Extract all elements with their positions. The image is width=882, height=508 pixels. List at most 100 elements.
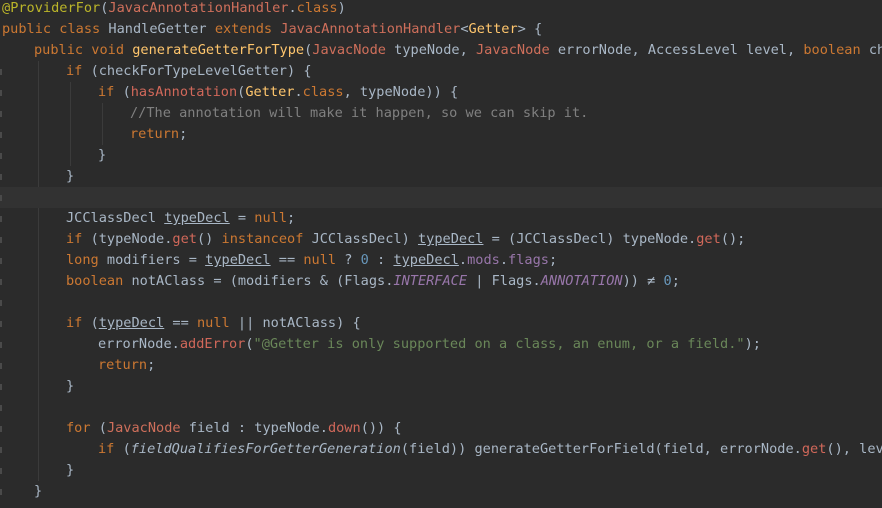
code-token-static: INTERFACE: [393, 273, 468, 289]
gutter-marker: [0, 216, 2, 222]
code-token-anno: @: [2, 0, 11, 16]
code-token-kw: instanceof: [221, 231, 312, 247]
code-token-plain: JCClassDecl: [66, 210, 165, 226]
code-token-plain: }: [98, 147, 107, 163]
code-token-plain: )) ≠: [622, 273, 664, 289]
code-line[interactable]: if (fieldQualifiesForGetterGeneration(fi…: [0, 439, 882, 460]
code-token-plain: errorNode, AccessLevel level,: [549, 42, 804, 58]
code-token-plain: JCClassDecl): [311, 231, 418, 247]
code-token-method: Getter: [468, 21, 518, 37]
code-token-var: typeDecl: [417, 231, 484, 247]
code-token-comment: //The annotation will make it happen, so…: [130, 105, 589, 121]
gutter-marker: [0, 195, 2, 201]
code-token-kw: if: [98, 84, 123, 100]
code-token-plain: ;: [147, 357, 156, 373]
code-token-kw: return: [98, 357, 148, 373]
code-token-var: typeDecl: [98, 315, 165, 331]
code-token-type: JavacNode: [106, 420, 181, 436]
code-token-static: ANNOTATION: [540, 273, 623, 289]
code-token-string: "@Getter is only supported on a class, a…: [253, 336, 745, 352]
code-token-call: get: [696, 231, 721, 247]
code-token-plain: (): [196, 231, 222, 247]
code-line[interactable]: }: [0, 481, 882, 502]
code-line[interactable]: }: [0, 166, 882, 187]
code-token-plain: }: [66, 168, 75, 184]
code-line[interactable]: errorNode.addError("@Getter is only supp…: [0, 334, 882, 355]
code-token-italic: fieldQualifiesForGetterGeneration: [130, 441, 401, 457]
code-line[interactable]: if (typeDecl == null || notAClass) {: [0, 313, 882, 334]
code-token-plain: ;: [287, 210, 296, 226]
code-line[interactable]: [0, 397, 882, 418]
code-line[interactable]: public void generateGetterForType(JavacN…: [0, 40, 882, 61]
code-line[interactable]: return;: [0, 124, 882, 145]
code-line[interactable]: }: [0, 145, 882, 166]
code-token-plain: ;: [548, 252, 558, 268]
gutter-marker: [0, 258, 2, 264]
code-token-plain: ): [337, 0, 346, 16]
code-token-plain: = (JCClassDecl) typeNode.: [483, 231, 697, 247]
code-token-plain: , typeNode)) {: [343, 84, 459, 100]
code-token-plain: (typeNode.: [90, 231, 173, 247]
current-code-line[interactable]: [0, 187, 882, 208]
code-token-kw: class: [296, 0, 338, 16]
code-token-plain: field : typeNode.: [180, 420, 328, 436]
code-token-plain: (), level,: [826, 441, 882, 457]
gutter-marker: [0, 153, 2, 159]
code-token-kw: long: [66, 252, 107, 268]
code-token-method: Getter: [245, 84, 295, 100]
code-token-plain: notAClass = (modifiers & (Flags.: [131, 273, 394, 289]
code-line[interactable]: [0, 292, 882, 313]
code-line[interactable]: long modifiers = typeDecl == null ? 0 : …: [0, 250, 882, 271]
code-token-plain: ;: [179, 126, 188, 142]
code-token-plain: <: [460, 21, 469, 37]
code-token-field: mods: [467, 252, 500, 268]
code-token-plain: .: [288, 0, 297, 16]
code-line[interactable]: @ProviderFor(JavacAnnotationHandler.clas…: [0, 0, 882, 19]
gutter-marker: [0, 132, 2, 138]
code-token-plain: (: [90, 315, 99, 331]
code-token-plain: (checkForTypeLevelGetter) {: [90, 63, 312, 79]
code-token-kw: if: [66, 315, 91, 331]
code-token-plain: HandleGetter: [108, 21, 215, 37]
code-line[interactable]: boolean notAClass = (modifiers & (Flags.…: [0, 271, 882, 292]
code-line[interactable]: return;: [0, 355, 882, 376]
code-token-kw: if: [98, 441, 123, 457]
code-token-plain: ==: [164, 315, 197, 331]
code-token-kw: null: [196, 315, 238, 331]
code-token-kw: boolean: [66, 273, 132, 289]
code-line[interactable]: if (checkForTypeLevelGetter) {: [0, 61, 882, 82]
code-token-anno: ProviderFor: [10, 0, 101, 16]
code-token-plain: .: [458, 252, 468, 268]
code-token-plain: (field)) generateGetterForField(field, e…: [400, 441, 802, 457]
code-line[interactable]: public class HandleGetter extends JavacA…: [0, 19, 882, 40]
code-line[interactable]: if (typeNode.get() instanceof JCClassDec…: [0, 229, 882, 250]
code-line[interactable]: }: [0, 376, 882, 397]
code-token-plain: ();: [720, 231, 746, 247]
code-token-plain: }: [34, 483, 43, 499]
code-token-plain: ==: [270, 252, 304, 268]
code-line[interactable]: }: [0, 460, 882, 481]
code-token-kw: for: [66, 420, 99, 436]
gutter-marker: [0, 174, 2, 180]
code-line[interactable]: if (hasAnnotation(Getter.class, typeNode…: [0, 82, 882, 103]
gutter-marker: [0, 468, 2, 474]
code-line[interactable]: //The annotation will make it happen, so…: [0, 103, 882, 124]
code-token-call: get: [172, 231, 197, 247]
gutter-marker: [0, 90, 2, 96]
code-token-plain: errorNode.: [98, 336, 180, 352]
code-token-var: typeDecl: [164, 210, 230, 226]
code-token-kw: public class: [2, 21, 109, 37]
code-token-plain: );: [744, 336, 761, 352]
gutter-marker: [0, 426, 2, 432]
code-editor[interactable]: @ProviderFor(JavacAnnotationHandler.clas…: [0, 0, 882, 508]
code-line[interactable]: JCClassDecl typeDecl = null;: [0, 208, 882, 229]
code-token-number: 0: [663, 273, 672, 289]
code-token-kw: public void: [34, 42, 133, 58]
code-token-kw: class: [302, 84, 344, 100]
code-line[interactable]: for (JavacNode field : typeNode.down()) …: [0, 418, 882, 439]
code-token-plain: ;: [671, 273, 680, 289]
code-token-plain: | Flags.: [467, 273, 541, 289]
code-token-plain: ?: [344, 252, 361, 268]
code-token-plain: (: [98, 420, 107, 436]
code-token-number: 0: [360, 252, 369, 268]
